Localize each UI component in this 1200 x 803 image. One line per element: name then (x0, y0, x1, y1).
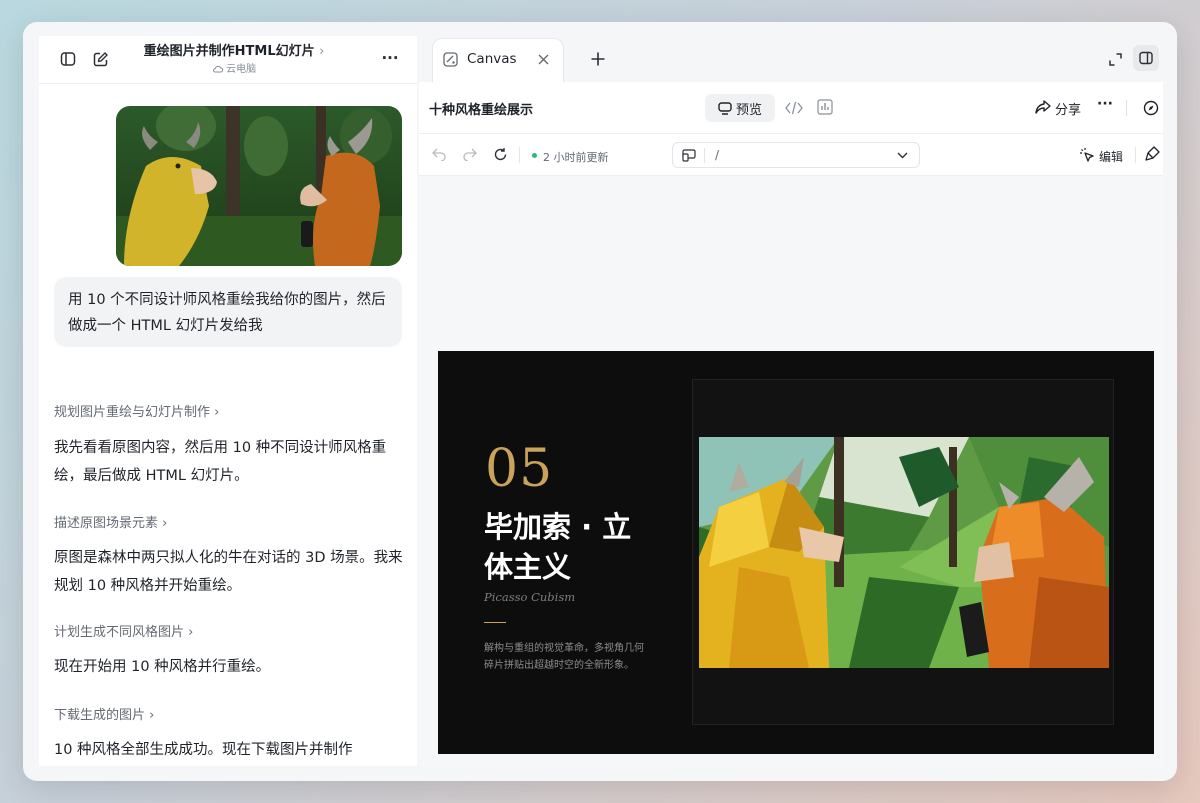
subbar-divider (1135, 147, 1136, 163)
step-text-1: 我先看看原图内容，然后用 10 种不同设计师风格重绘，最后做成 HTML 幻灯片… (54, 440, 387, 484)
cubist-artwork (699, 437, 1109, 668)
app-window: 重绘图片并制作HTML幻灯片 › 云电脑 ··· 用 10 个不同设计师风格重绘… (23, 22, 1177, 781)
slide-preview: 05 毕加索 · 立体主义 Picasso Cubism 解构与重组的视觉革命，… (438, 351, 1154, 754)
url-field[interactable]: / (672, 142, 920, 168)
update-status: 2 小时前更新 (543, 151, 609, 164)
redo-icon[interactable] (462, 148, 477, 161)
cloud-icon (212, 65, 224, 73)
canvas-toolbar: 十种风格重绘展示 预览 分享 ··· (419, 82, 1163, 134)
conversation-title[interactable]: 重绘图片并制作HTML幻灯片 › (129, 40, 339, 59)
close-icon[interactable] (538, 54, 549, 65)
device-icon (682, 149, 696, 162)
add-tab-icon[interactable] (591, 52, 605, 66)
conversation-subtitle: 云电脑 (129, 60, 339, 75)
step-text-4: 10 种风格全部生成成功。现在下载图片并制作 (54, 742, 353, 758)
panel-toggle-button[interactable] (1133, 45, 1159, 71)
code-icon[interactable] (785, 100, 803, 116)
edit-cursor-icon[interactable] (1079, 147, 1095, 163)
sidebar-toggle-icon[interactable] (57, 48, 79, 70)
step-label-4[interactable]: 下载生成的图片 › (54, 704, 154, 723)
slide-title: 毕加索 · 立体主义 (484, 510, 632, 584)
step-text-3: 现在开始用 10 种风格并行重绘。 (54, 659, 271, 675)
user-message-text: 用 10 个不同设计师风格重绘我给你的图片，然后做成一个 HTML 幻灯片发给我 (68, 292, 386, 334)
split-panel-icon (1139, 51, 1153, 65)
undo-icon[interactable] (432, 148, 447, 161)
tab-canvas-label: Canvas (467, 51, 517, 67)
preview-navbar: 2 小时前更新 / 编辑 (419, 134, 1163, 176)
share-icon[interactable] (1035, 100, 1051, 114)
url-value: / (715, 148, 720, 162)
nav-divider (519, 147, 520, 163)
chevron-down-icon[interactable] (897, 152, 908, 159)
canvas-icon (443, 52, 458, 67)
step-label-1[interactable]: 规划图片重绘与幻灯片制作 › (54, 401, 219, 420)
user-message-bubble: 用 10 个不同设计师风格重绘我给你的图片，然后做成一个 HTML 幻灯片发给我 (54, 277, 402, 347)
url-divider (704, 148, 705, 163)
expand-icon[interactable] (1109, 53, 1122, 66)
step-label-2[interactable]: 描述原图场景元素 › (54, 512, 167, 531)
chat-panel: 重绘图片并制作HTML幻灯片 › 云电脑 ··· 用 10 个不同设计师风格重绘… (39, 36, 417, 766)
tab-canvas[interactable]: Canvas (432, 38, 564, 82)
brush-icon[interactable] (1145, 146, 1160, 162)
canvas-panel: Canvas 十种风格重绘展示 预览 分享 ··· 2 小时前更新 / 编辑 0… (419, 36, 1163, 766)
slide-description: 解构与重组的视觉革命，多视角几何碎片拼贴出超越时空的全新形象。 (484, 643, 644, 671)
document-title: 十种风格重绘展示 (429, 103, 534, 118)
monitor-icon (718, 101, 732, 115)
preview-button[interactable]: 预览 (705, 94, 775, 122)
tab-bar: Canvas (419, 36, 1163, 82)
edit-button[interactable]: 编辑 (1099, 148, 1123, 165)
refresh-icon[interactable] (493, 147, 508, 162)
chevron-right-icon: › (319, 44, 325, 59)
chat-header: 重绘图片并制作HTML幻灯片 › 云电脑 ··· (39, 36, 417, 84)
step-text-2: 原图是森林中两只拟人化的牛在对话的 3D 场景。我来规划 10 种风格并开始重绘… (54, 550, 403, 594)
new-chat-icon[interactable] (89, 48, 111, 70)
share-button[interactable]: 分享 (1055, 99, 1081, 118)
compass-icon[interactable] (1143, 100, 1159, 116)
slide-subtitle-en: Picasso Cubism (484, 590, 576, 604)
toolbar-divider (1126, 100, 1127, 116)
slide-number: 05 (485, 439, 554, 499)
status-dot (532, 153, 537, 158)
conversation-title-text: 重绘图片并制作HTML幻灯片 (143, 44, 315, 59)
more-icon[interactable]: ··· (1097, 96, 1113, 112)
preview-label: 预览 (735, 102, 762, 118)
more-icon[interactable]: ··· (379, 47, 401, 69)
step-label-3[interactable]: 计划生成不同风格图片 › (54, 621, 193, 640)
chart-icon[interactable] (817, 99, 833, 115)
cloud-computer-label: 云电脑 (226, 64, 257, 75)
slide-divider (484, 622, 506, 623)
uploaded-image[interactable] (116, 106, 402, 266)
